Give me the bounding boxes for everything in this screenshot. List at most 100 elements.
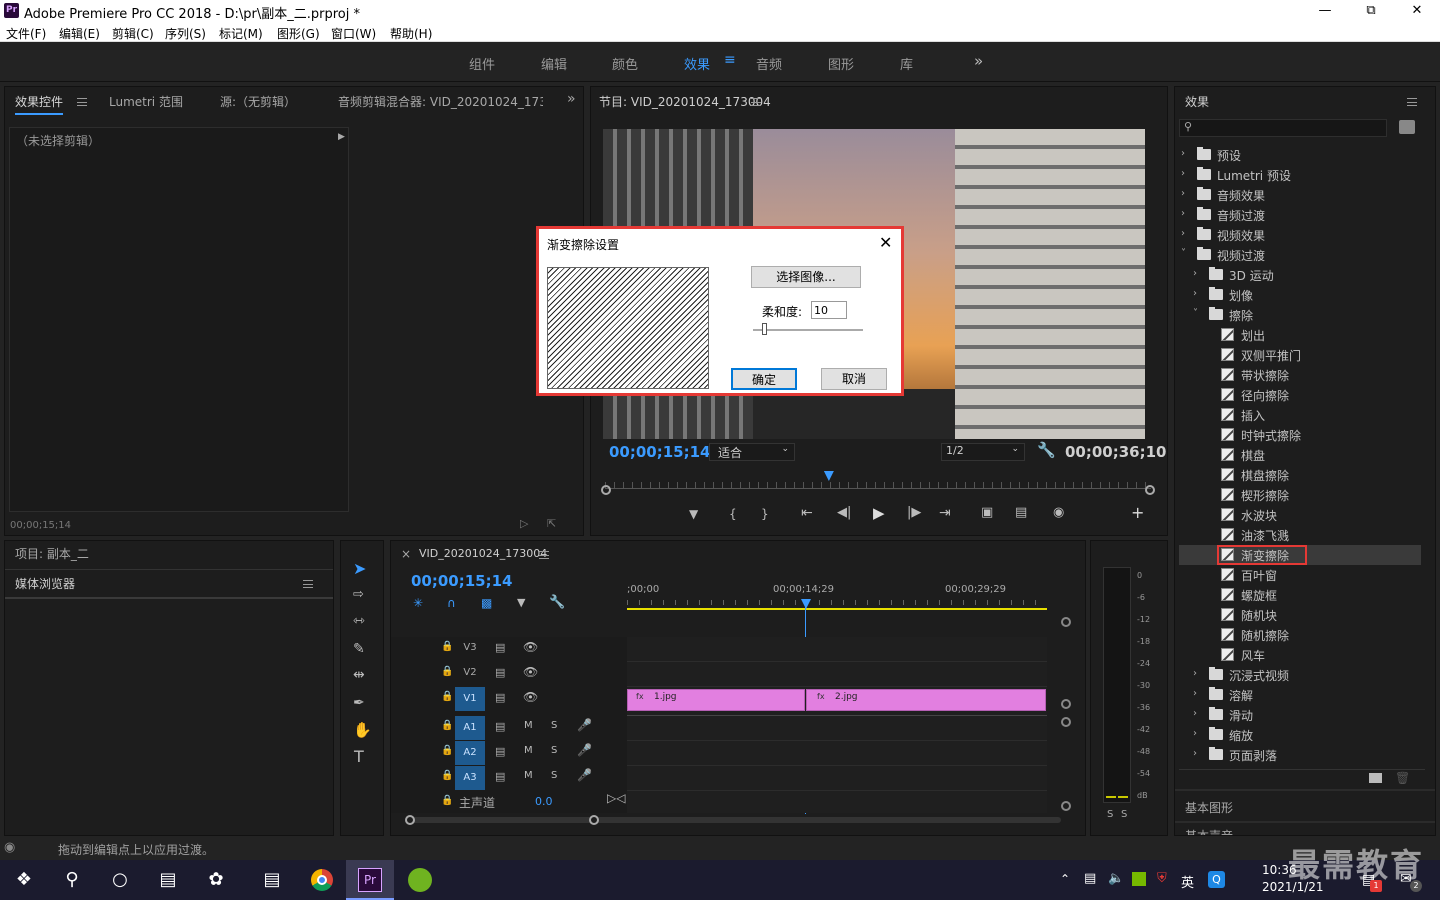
menu-marker[interactable]: 标记(M) bbox=[219, 25, 263, 42]
workspace-tab-effects[interactable]: 效果 bbox=[684, 54, 710, 73]
mic-icon[interactable]: 🎤 bbox=[577, 768, 592, 782]
chevron-down-icon[interactable]: ˅ bbox=[1181, 248, 1186, 259]
add-marker-icon[interactable]: ▼ bbox=[517, 596, 525, 609]
chevron-right-icon[interactable]: › bbox=[1181, 188, 1185, 199]
eye-icon[interactable]: 👁 bbox=[523, 640, 538, 654]
clip-2[interactable]: fx 2.jpg bbox=[806, 689, 1046, 711]
effects-tree-item[interactable]: 渐变擦除 bbox=[1179, 545, 1421, 565]
media-app-icon[interactable] bbox=[396, 860, 444, 900]
program-scrub-bar[interactable] bbox=[605, 473, 1151, 489]
effects-tree-item[interactable]: › 沉浸式视频 bbox=[1179, 665, 1419, 685]
play-icon[interactable]: ▶ bbox=[873, 504, 885, 522]
chevron-right-icon[interactable]: › bbox=[1193, 288, 1197, 299]
basic-graphics-tab[interactable]: 基本图形 bbox=[1185, 799, 1233, 816]
qq-icon[interactable]: Q bbox=[1208, 871, 1225, 888]
notes-app-icon[interactable]: ▤ bbox=[248, 860, 296, 900]
mute-button[interactable]: M bbox=[524, 770, 533, 781]
program-menu-icon[interactable] bbox=[751, 98, 761, 106]
add-marker-icon[interactable]: ▼ bbox=[689, 507, 698, 521]
effects-tree-item[interactable]: › 划像 bbox=[1179, 285, 1419, 305]
add-button-icon[interactable]: + bbox=[1131, 503, 1144, 522]
export-icon[interactable]: ⇱ bbox=[547, 517, 556, 530]
tab-lumetri-scopes[interactable]: Lumetri 范围 bbox=[109, 93, 183, 110]
windows-start-icon[interactable]: ❖ bbox=[0, 860, 48, 900]
chevron-right-icon[interactable]: › bbox=[1193, 728, 1197, 739]
scroll-handle[interactable] bbox=[1061, 617, 1071, 627]
mark-out-icon[interactable]: } bbox=[761, 507, 769, 521]
lock-icon[interactable]: 🔒 bbox=[441, 745, 453, 756]
network-icon[interactable]: ▤ bbox=[1084, 871, 1096, 886]
chevron-down-icon[interactable]: ˅ bbox=[1193, 308, 1198, 319]
softness-slider-track[interactable] bbox=[753, 329, 863, 331]
basic-sound-tab[interactable]: 基本声音 bbox=[1185, 827, 1233, 835]
track-label-v1[interactable]: V1 bbox=[455, 687, 485, 711]
zoom-handle-left[interactable] bbox=[405, 815, 415, 825]
lock-icon[interactable]: 🔒 bbox=[441, 720, 453, 731]
chevron-right-icon[interactable]: › bbox=[1193, 268, 1197, 279]
chevron-right-icon[interactable]: › bbox=[1193, 688, 1197, 699]
chevron-right-icon[interactable]: › bbox=[1181, 228, 1185, 239]
track-label-v3[interactable]: V3 bbox=[455, 639, 485, 657]
effects-tree-item[interactable]: 风车 bbox=[1179, 645, 1419, 665]
effects-tree-item[interactable]: 油漆飞溅 bbox=[1179, 525, 1419, 545]
zoom-handle-right[interactable] bbox=[1145, 485, 1155, 495]
chevron-right-icon[interactable]: › bbox=[1193, 708, 1197, 719]
effects-tree-item[interactable]: 带状擦除 bbox=[1179, 365, 1419, 385]
sync-lock-icon[interactable]: ▤ bbox=[495, 641, 505, 654]
workspace-overflow-icon[interactable]: » bbox=[974, 52, 983, 70]
razor-tool-icon[interactable]: ✎ bbox=[353, 641, 365, 657]
zoom-handle-left[interactable] bbox=[601, 485, 611, 495]
effects-menu-icon[interactable] bbox=[1407, 98, 1417, 106]
effects-tree-item[interactable]: › 滑动 bbox=[1179, 705, 1419, 725]
effects-tree-item[interactable]: › Lumetri 预设 bbox=[1179, 165, 1419, 185]
sync-lock-icon[interactable]: ▤ bbox=[495, 745, 505, 758]
menu-file[interactable]: 文件(F) bbox=[6, 25, 46, 42]
effects-tree-item[interactable]: 双侧平推门 bbox=[1179, 345, 1419, 365]
hand-tool-icon[interactable]: ✋ bbox=[353, 721, 372, 739]
step-back-icon[interactable]: ◀| bbox=[837, 505, 851, 520]
solo-button[interactable]: S bbox=[551, 720, 557, 731]
mic-icon[interactable]: 🎤 bbox=[577, 743, 592, 757]
new-bin-icon[interactable] bbox=[1399, 120, 1415, 134]
sequence-tab[interactable]: VID_20201024_173004 bbox=[419, 547, 547, 560]
effects-tree-item[interactable]: 时钟式擦除 bbox=[1179, 425, 1419, 445]
workspace-tab-audio[interactable]: 音频 bbox=[756, 54, 782, 73]
track-label-v2[interactable]: V2 bbox=[455, 664, 485, 682]
new-folder-icon[interactable] bbox=[1369, 773, 1382, 783]
nest-toggle-icon[interactable]: ✳ bbox=[413, 596, 423, 610]
panel-overflow-icon[interactable]: » bbox=[567, 91, 576, 107]
solo-left-button[interactable]: S bbox=[1107, 809, 1113, 820]
menu-sequence[interactable]: 序列(S) bbox=[165, 25, 206, 42]
chevron-right-icon[interactable]: › bbox=[1181, 148, 1185, 159]
mute-button[interactable]: M bbox=[524, 720, 533, 731]
work-area-bar[interactable] bbox=[627, 608, 1047, 610]
effects-tree-item[interactable]: 百叶窗 bbox=[1179, 565, 1419, 585]
dialog-close-icon[interactable]: ✕ bbox=[879, 233, 892, 252]
app-pinwheel-icon[interactable]: ✿ bbox=[192, 860, 240, 900]
workspace-tab-assembly[interactable]: 组件 bbox=[469, 54, 495, 73]
track-select-tool-icon[interactable]: ⇨ bbox=[353, 587, 364, 602]
effects-tree-item[interactable]: 楔形擦除 bbox=[1179, 485, 1419, 505]
maximize-icon[interactable]: ⧉ bbox=[1348, 0, 1394, 22]
selection-tool-icon[interactable]: ➤ bbox=[353, 559, 366, 578]
effects-tree-item[interactable]: 随机擦除 bbox=[1179, 625, 1419, 645]
chevron-right-icon[interactable]: › bbox=[1181, 208, 1185, 219]
menu-graphics[interactable]: 图形(G) bbox=[277, 25, 320, 42]
workspace-tab-graphics[interactable]: 图形 bbox=[828, 54, 854, 73]
effects-tree-item[interactable]: ˅ 擦除 bbox=[1179, 305, 1419, 325]
chevron-right-icon[interactable]: › bbox=[1193, 668, 1197, 679]
fit-dropdown[interactable]: 适合 ⌄ bbox=[709, 443, 795, 461]
lift-icon[interactable]: ▣ bbox=[981, 505, 993, 520]
track-label-a3[interactable]: A3 bbox=[455, 766, 485, 790]
filter-icon[interactable]: ▷ bbox=[520, 517, 528, 530]
go-to-in-icon[interactable]: ⇤ bbox=[801, 505, 813, 521]
horizontal-scrollbar[interactable] bbox=[411, 817, 1061, 823]
effects-tree-item[interactable]: 随机块 bbox=[1179, 605, 1419, 625]
pen-tool-icon[interactable]: ✒ bbox=[353, 695, 365, 711]
mark-in-icon[interactable]: { bbox=[729, 507, 737, 521]
master-clip-toggle-icon[interactable]: ▷◁ bbox=[607, 791, 625, 805]
snap-icon[interactable]: ∩ bbox=[447, 596, 456, 610]
effects-tree-item[interactable]: 径向擦除 bbox=[1179, 385, 1419, 405]
sequence-menu-icon[interactable] bbox=[539, 551, 549, 559]
minimize-icon[interactable]: — bbox=[1302, 0, 1348, 22]
